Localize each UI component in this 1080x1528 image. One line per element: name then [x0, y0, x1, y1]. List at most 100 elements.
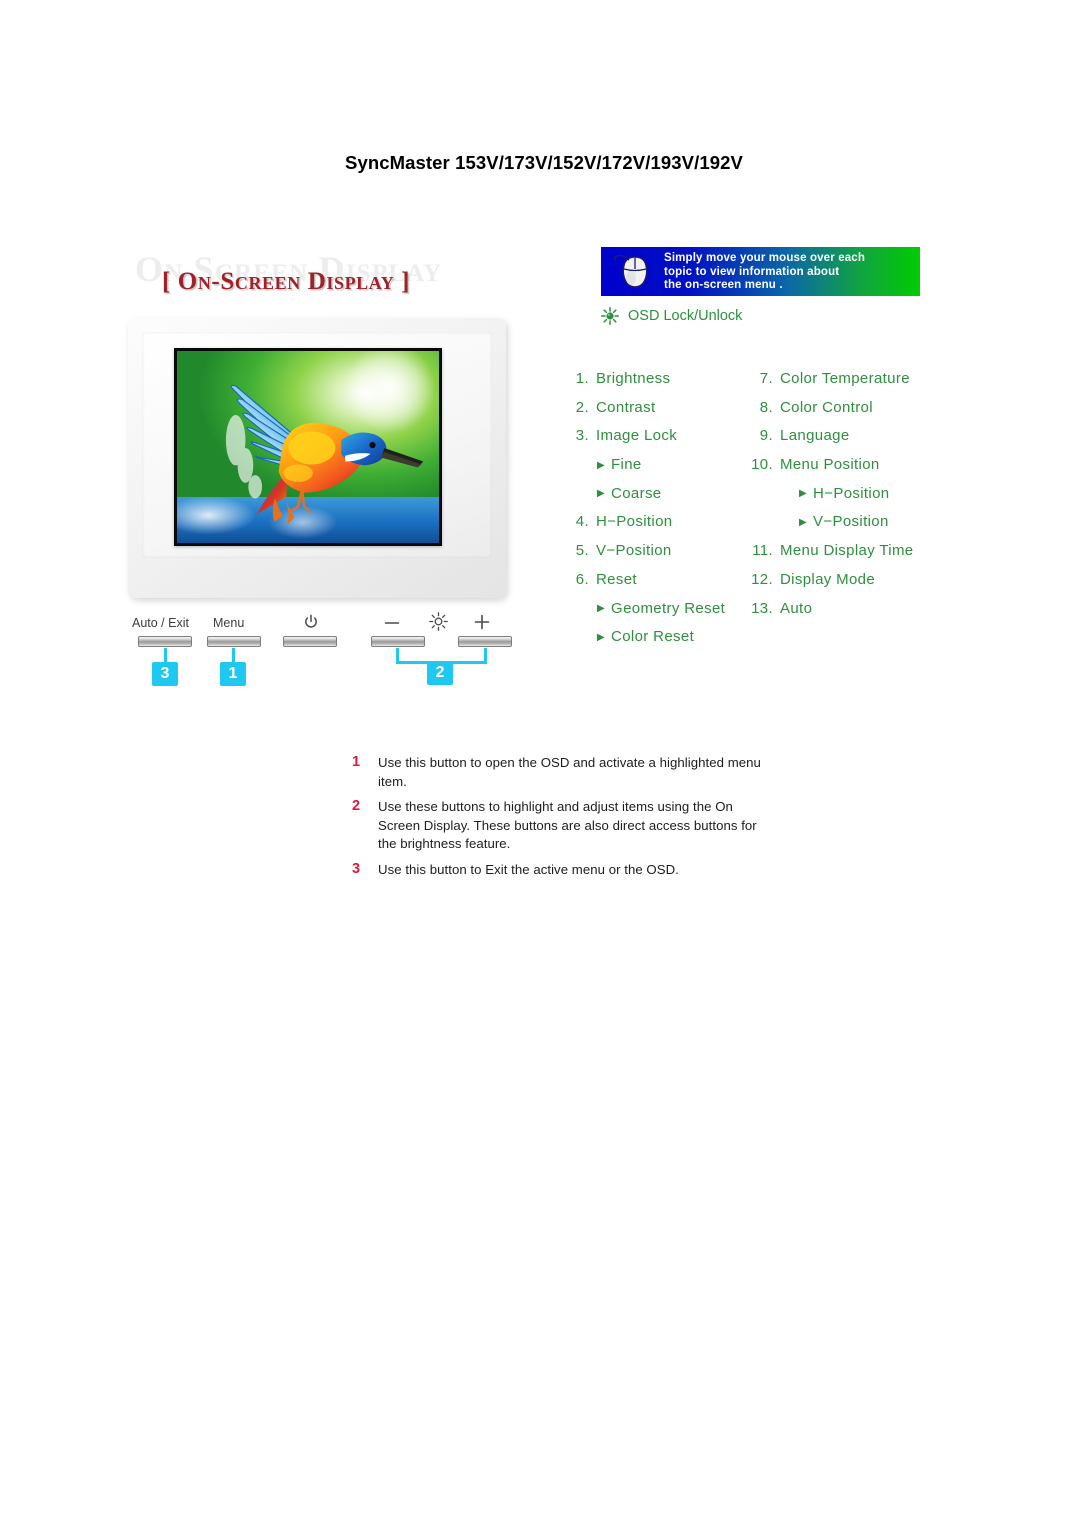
callout-3: 3 — [152, 662, 178, 686]
monitor-control-panel: Auto / Exit Menu 3 1 2 — [128, 608, 518, 696]
osd-menu-item-label: Color Temperature — [780, 370, 910, 387]
monitor-illustration — [128, 318, 506, 598]
triangle-right-icon: ▶ — [597, 631, 606, 643]
osd-menu-item-label: Menu Position — [780, 456, 880, 474]
osd-menu-item[interactable]: 2. Contrast — [565, 399, 755, 428]
osd-menu-item-label: Color Control — [780, 398, 873, 416]
monitor-screen — [177, 351, 439, 543]
legend-text: Use this button to open the OSD and acti… — [378, 755, 761, 789]
osd-menu-item-label: H−Position — [596, 513, 673, 531]
osd-menu-item[interactable]: 13. Auto — [747, 600, 982, 629]
osd-lock-unlock-label: OSD Lock/Unlock — [628, 308, 743, 324]
osd-menu-item-number: 13. — [751, 599, 773, 617]
kingfisher-bird-image — [225, 384, 424, 526]
osd-menu-item[interactable]: 1. Brightness — [565, 370, 755, 399]
osd-menu-item-label: Image Lock — [596, 427, 678, 445]
osd-menu-item-label: Auto — [780, 599, 813, 617]
osd-menu-item-number: 6. — [575, 570, 589, 588]
osd-menu-item-label: Brightness — [596, 370, 671, 387]
menu-button[interactable] — [207, 636, 261, 647]
osd-menu-subitem[interactable]: ▶ V−Position — [747, 513, 982, 542]
osd-menu-item-number: 3. — [575, 427, 589, 445]
osd-menu-item-label: Reset — [596, 570, 637, 588]
osd-menu-item[interactable]: 11. Menu Display Time — [747, 542, 982, 571]
osd-menu-item[interactable]: 9. Language — [747, 427, 982, 456]
legend-number: 2 — [352, 798, 361, 814]
osd-menu-item-number: 11. — [752, 542, 773, 560]
osd-menu-item[interactable]: 10. Menu Position — [747, 456, 982, 485]
tip-line-3: the on-screen menu . — [664, 279, 783, 292]
osd-menu-item[interactable]: 7. Color Temperature — [747, 370, 982, 399]
tip-banner: Simply move your mouse over each topic t… — [601, 247, 920, 296]
brightness-sun-icon — [429, 612, 448, 631]
osd-menu-column-right: 7. Color Temperature 8. Color Control 9. Lang… — [747, 370, 982, 628]
osd-menu-subitem[interactable]: ▶ H−Position — [747, 485, 982, 514]
osd-menu-item-label: Language — [780, 427, 850, 445]
osd-menu-item-label: Menu Display Time — [780, 542, 914, 560]
triangle-right-icon: ▶ — [597, 488, 606, 500]
minus-button[interactable] — [371, 636, 425, 647]
tip-banner-text: Simply move your mouse over each topic t… — [664, 252, 865, 293]
osd-menu-item[interactable]: 3. Image Lock — [565, 427, 755, 456]
callout-1: 1 — [220, 662, 246, 686]
osd-menu-item-number: 1. — [575, 370, 589, 387]
osd-menu-subitem[interactable]: ▶ Fine — [565, 456, 755, 485]
triangle-right-icon: ▶ — [597, 603, 606, 614]
button-label-menu: Menu — [213, 616, 245, 630]
osd-menu-item[interactable]: 8. Color Control — [747, 399, 982, 428]
legend-number: 1 — [352, 754, 361, 770]
osd-menu-item-label: Display Mode — [780, 570, 876, 588]
power-icon — [305, 614, 317, 628]
osd-menu-item-label: Color Reset — [611, 628, 695, 646]
osd-menu-item-number: 7. — [759, 370, 773, 387]
power-button[interactable] — [283, 636, 337, 647]
osd-menu-item-number: 4. — [575, 513, 589, 531]
monitor-screen-frame — [174, 348, 442, 546]
triangle-right-icon: ▶ — [799, 488, 808, 500]
legend-text: Use these buttons to highlight and adjus… — [378, 799, 757, 851]
osd-menu-item-number: 9. — [759, 427, 773, 445]
legend-row: 2 Use these buttons to highlight and adju… — [352, 798, 772, 854]
osd-menu-item-number: 5. — [575, 542, 589, 560]
triangle-right-icon: ▶ — [799, 516, 808, 528]
button-label-auto-exit: Auto / Exit — [132, 616, 189, 630]
plus-button[interactable] — [458, 636, 512, 647]
osd-menu-item-label: H−Position — [813, 484, 890, 502]
osd-menu-subitem[interactable]: ▶ Geometry Reset — [565, 600, 755, 629]
button-legend: 1 Use this button to open the OSD and act… — [352, 754, 772, 886]
osd-menu-item-number: 10. — [751, 456, 773, 474]
mouse-icon — [613, 254, 648, 288]
osd-menu-item-number: 12. — [751, 570, 773, 588]
osd-menu-item-label: Coarse — [611, 484, 662, 502]
osd-menu-subitem[interactable]: ▶ Coarse — [565, 485, 755, 514]
osd-menu-subitem[interactable]: ▶ Color Reset — [565, 628, 755, 657]
callout-stem-3 — [164, 648, 167, 662]
plus-icon — [474, 614, 490, 630]
osd-menu-item-label: V−Position — [813, 513, 889, 531]
auto-exit-button[interactable] — [138, 636, 192, 647]
osd-menu-item-label: Fine — [611, 456, 642, 474]
osd-menu-item-number: 2. — [575, 398, 589, 416]
callout-2: 2 — [427, 661, 453, 685]
triangle-right-icon: ▶ — [597, 459, 606, 471]
tip-line-2: topic to view information about — [664, 265, 840, 278]
sun-starburst-icon — [601, 307, 619, 325]
minus-icon — [384, 622, 400, 624]
osd-menu-item[interactable]: 4. H−Position — [565, 513, 755, 542]
tip-line-1: Simply move your mouse over each — [664, 252, 866, 264]
callout-stem-1 — [232, 648, 235, 662]
osd-menu-item-label: V−Position — [596, 542, 672, 560]
osd-menu-item-label: Contrast — [596, 398, 656, 416]
osd-menu-column-left: 1. Brightness 2. Contrast 3. Image Lock ▶ Fine ▶… — [565, 370, 755, 657]
legend-number: 3 — [352, 860, 361, 877]
osd-menu-item-number: 8. — [759, 398, 773, 416]
legend-row: 3 Use this button to Exit the active menu… — [352, 861, 772, 880]
osd-menu-item-label: Geometry Reset — [611, 599, 726, 617]
osd-menu-item[interactable]: 12. Display Mode — [747, 571, 982, 600]
osd-menu-item[interactable]: 5. V−Position — [565, 542, 755, 571]
legend-text: Use this button to Exit the active menu … — [378, 861, 679, 877]
osd-lock-unlock-link[interactable]: OSD Lock/Unlock — [601, 307, 742, 325]
osd-heading: On Screen Display [ On-Screen Display ] — [130, 245, 530, 311]
page-title: SyncMaster 153V/173V/152V/172V/193V/192V — [345, 152, 743, 173]
osd-menu-item[interactable]: 6. Reset — [565, 571, 755, 600]
